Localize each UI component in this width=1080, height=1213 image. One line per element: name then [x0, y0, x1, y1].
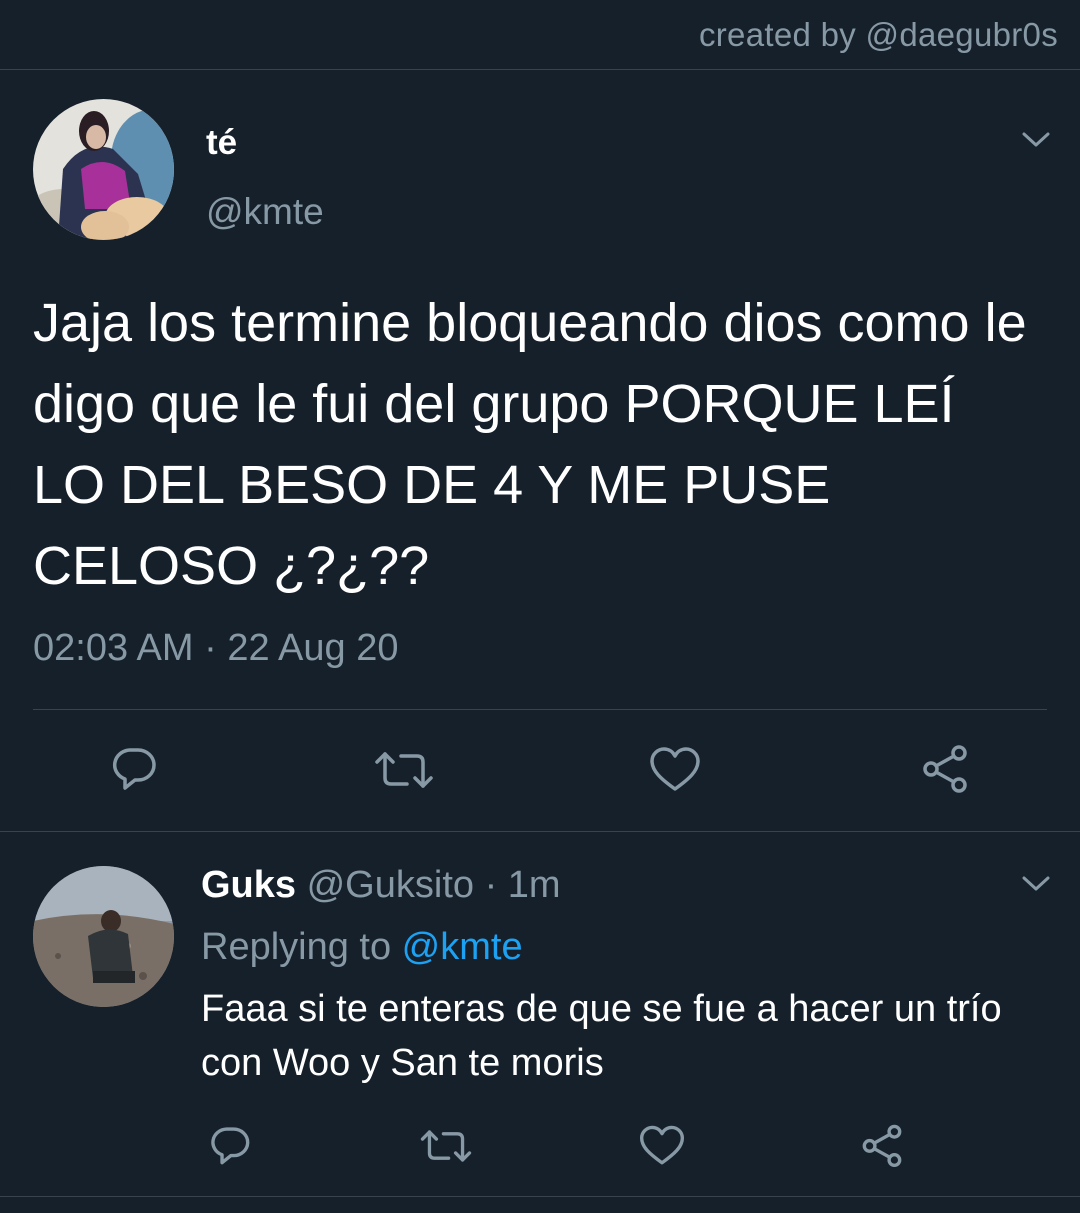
user-handle[interactable]: @kmte	[206, 191, 324, 233]
chevron-down-icon[interactable]	[1021, 874, 1051, 894]
reply-header: Guks @Guksito · 1m	[201, 864, 561, 907]
tweet-text: Jaja los termine bloqueando dios como le…	[33, 293, 1027, 596]
replying-mention[interactable]: @kmte	[402, 926, 523, 968]
retweet-icon[interactable]	[418, 1122, 474, 1170]
tweet-timestamp: 02:03 AM · 22 Aug 20	[33, 627, 399, 669]
top-divider	[0, 69, 1080, 70]
share-icon[interactable]	[917, 740, 973, 796]
reply-icon[interactable]	[106, 740, 162, 796]
like-icon[interactable]	[637, 1122, 687, 1170]
avatar[interactable]	[33, 99, 174, 240]
retweet-icon[interactable]	[373, 742, 435, 798]
replying-to: Replying to @kmte	[201, 926, 523, 969]
section-divider	[0, 831, 1080, 832]
watermark: created by @daegubr0s	[698, 16, 1058, 53]
display-name[interactable]: té	[206, 123, 237, 163]
like-icon[interactable]	[647, 742, 703, 798]
reply-avatar[interactable]	[33, 866, 174, 1007]
chevron-down-icon[interactable]	[1021, 130, 1051, 150]
share-icon[interactable]	[857, 1120, 907, 1170]
reply-icon[interactable]	[205, 1120, 255, 1170]
replying-prefix: Replying to	[201, 926, 402, 968]
reply-handle-time: @Guksito · 1m	[296, 864, 561, 906]
tweet-divider	[33, 709, 1047, 710]
reply-text: Faaa si te enteras de que se fue a hacer…	[201, 988, 1002, 1084]
reply-display-name[interactable]: Guks	[201, 864, 296, 906]
bottom-divider	[0, 1196, 1080, 1197]
